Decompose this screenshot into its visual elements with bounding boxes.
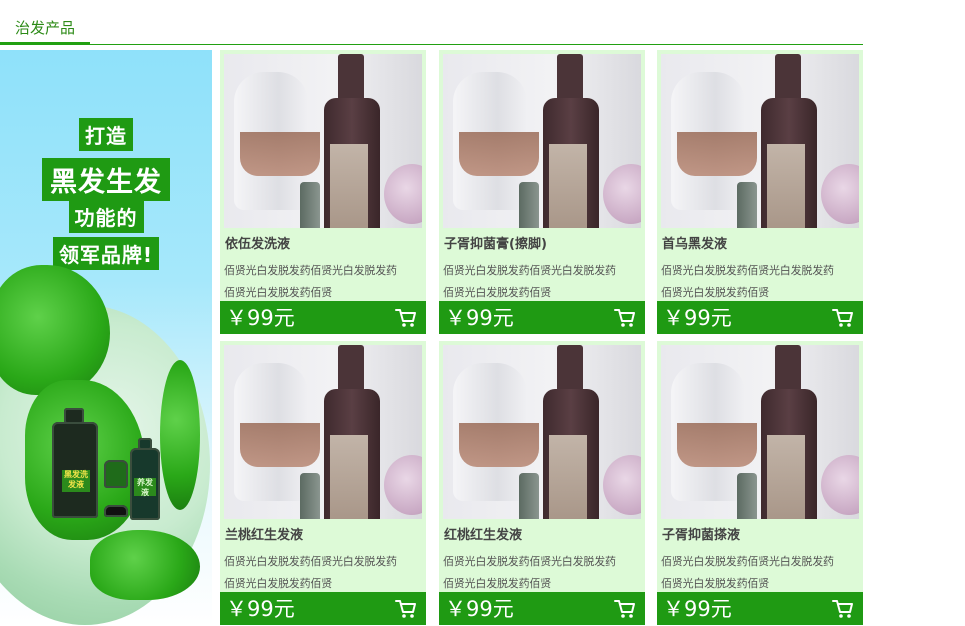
product-price: ￥99元 bbox=[226, 597, 295, 621]
product-description: 佰贤光白发脱发药佰贤光白发脱发药 佰贤光白发脱发药佰贤 bbox=[443, 260, 643, 304]
product-name[interactable]: 依伍发洗液 bbox=[225, 236, 425, 254]
product-name[interactable]: 首乌黑发液 bbox=[662, 236, 862, 254]
wine-shape bbox=[459, 132, 539, 176]
price-bar: ￥99元 bbox=[220, 592, 426, 625]
bottle-label-shape bbox=[767, 435, 805, 519]
bottle-neck-shape bbox=[557, 345, 583, 395]
product-price: ￥99元 bbox=[663, 306, 732, 330]
slogan-line-1: 打造 bbox=[0, 118, 212, 151]
product-box bbox=[104, 460, 128, 488]
promo-banner[interactable]: 打造 黑发生发 功能的 领军品牌! 黑发洗发液 养发液 bbox=[0, 50, 212, 626]
wine-shape bbox=[240, 132, 320, 176]
product-card[interactable]: 子胥抑菌搽液 佰贤光白发脱发药佰贤光白发脱发药 佰贤光白发脱发药佰贤 ￥99元 bbox=[657, 341, 863, 625]
product-price: ￥99元 bbox=[663, 597, 732, 621]
bottle-label-shape bbox=[330, 435, 368, 519]
price-bar: ￥99元 bbox=[439, 592, 645, 625]
product-card[interactable]: 依伍发洗液 佰贤光白发脱发药佰贤光白发脱发药 佰贤光白发脱发药佰贤 ￥99元 bbox=[220, 50, 426, 334]
product-description: 佰贤光白发脱发药佰贤光白发脱发药 佰贤光白发脱发药佰贤 bbox=[661, 260, 861, 304]
bowl-shape bbox=[821, 455, 859, 515]
product-section: 治发产品 打造 黑发生发 功能的 领军品牌! 黑发洗发液 养发液 依伍发洗液 佰… bbox=[0, 0, 965, 626]
bottle-neck-shape bbox=[775, 345, 801, 395]
continent-shape bbox=[160, 360, 200, 510]
bottle-neck-shape bbox=[338, 345, 364, 395]
product-image[interactable] bbox=[443, 54, 641, 228]
slogan-line-3: 功能的 bbox=[0, 200, 212, 233]
product-description-line-1: 佰贤光白发脱发药佰贤光白发脱发药 bbox=[443, 264, 616, 277]
product-name[interactable]: 兰桃红生发液 bbox=[225, 527, 425, 545]
bottle-label: 黑发洗发液 bbox=[62, 470, 90, 492]
price-bar: ￥99元 bbox=[439, 301, 645, 334]
shopping-cart-icon[interactable] bbox=[832, 308, 854, 328]
product-description: 佰贤光白发脱发药佰贤光白发脱发药 佰贤光白发脱发药佰贤 bbox=[443, 551, 643, 595]
product-description-line-1: 佰贤光白发脱发药佰贤光白发脱发药 bbox=[661, 555, 834, 568]
price-bar: ￥99元 bbox=[657, 592, 863, 625]
pump-bottle-shape bbox=[737, 473, 757, 519]
pump-bottle-shape bbox=[519, 473, 539, 519]
bottle-label-shape bbox=[549, 435, 587, 519]
bowl-shape bbox=[384, 455, 422, 515]
product-card[interactable]: 首乌黑发液 佰贤光白发脱发药佰贤光白发脱发药 佰贤光白发脱发药佰贤 ￥99元 bbox=[657, 50, 863, 334]
product-card[interactable]: 红桃红生发液 佰贤光白发脱发药佰贤光白发脱发药 佰贤光白发脱发药佰贤 ￥99元 bbox=[439, 341, 645, 625]
wine-shape bbox=[240, 423, 320, 467]
product-image[interactable] bbox=[661, 345, 859, 519]
product-card[interactable]: 兰桃红生发液 佰贤光白发脱发药佰贤光白发脱发药 佰贤光白发脱发药佰贤 ￥99元 bbox=[220, 341, 426, 625]
shopping-cart-icon[interactable] bbox=[614, 599, 636, 619]
product-jar bbox=[104, 505, 128, 517]
shopping-cart-icon[interactable] bbox=[395, 308, 417, 328]
product-image[interactable] bbox=[443, 345, 641, 519]
bowl-shape bbox=[821, 164, 859, 224]
wine-shape bbox=[677, 423, 757, 467]
product-image[interactable] bbox=[661, 54, 859, 228]
tab-hair-products[interactable]: 治发产品 bbox=[0, 14, 90, 45]
continent-shape bbox=[0, 265, 110, 395]
bottle-label-shape bbox=[330, 144, 368, 228]
product-description-line-1: 佰贤光白发脱发药佰贤光白发脱发药 bbox=[661, 264, 834, 277]
shopping-cart-icon[interactable] bbox=[614, 308, 636, 328]
wine-shape bbox=[677, 132, 757, 176]
product-description-line-1: 佰贤光白发脱发药佰贤光白发脱发药 bbox=[224, 555, 397, 568]
bottle-label: 养发液 bbox=[134, 478, 156, 497]
section-header: 治发产品 bbox=[0, 0, 863, 45]
bottle-label-shape bbox=[549, 144, 587, 228]
bottle-neck-shape bbox=[557, 54, 583, 104]
continent-shape bbox=[90, 530, 200, 600]
pump-bottle-shape bbox=[300, 473, 320, 519]
product-price: ￥99元 bbox=[445, 597, 514, 621]
wine-shape bbox=[459, 423, 539, 467]
product-price: ￥99元 bbox=[445, 306, 514, 330]
pump-bottle-shape bbox=[300, 182, 320, 228]
bottle-neck-shape bbox=[338, 54, 364, 104]
product-description: 佰贤光白发脱发药佰贤光白发脱发药 佰贤光白发脱发药佰贤 bbox=[661, 551, 861, 595]
price-bar: ￥99元 bbox=[657, 301, 863, 334]
product-description: 佰贤光白发脱发药佰贤光白发脱发药 佰贤光白发脱发药佰贤 bbox=[224, 551, 424, 595]
product-description-line-1: 佰贤光白发脱发药佰贤光白发脱发药 bbox=[224, 264, 397, 277]
pump-bottle-shape bbox=[519, 182, 539, 228]
product-description-line-1: 佰贤光白发脱发药佰贤光白发脱发药 bbox=[443, 555, 616, 568]
product-card[interactable]: 子胥抑菌膏(擦脚) 佰贤光白发脱发药佰贤光白发脱发药 佰贤光白发脱发药佰贤 ￥9… bbox=[439, 50, 645, 334]
product-description: 佰贤光白发脱发药佰贤光白发脱发药 佰贤光白发脱发药佰贤 bbox=[224, 260, 424, 304]
price-bar: ￥99元 bbox=[220, 301, 426, 334]
bowl-shape bbox=[384, 164, 422, 224]
bowl-shape bbox=[603, 455, 641, 515]
product-name[interactable]: 红桃红生发液 bbox=[444, 527, 644, 545]
product-image[interactable] bbox=[224, 345, 422, 519]
product-image[interactable] bbox=[224, 54, 422, 228]
shopping-cart-icon[interactable] bbox=[395, 599, 417, 619]
bottle-label-shape bbox=[767, 144, 805, 228]
product-name[interactable]: 子胥抑菌膏(擦脚) bbox=[444, 236, 644, 254]
pump-bottle-shape bbox=[737, 182, 757, 228]
product-grid: 依伍发洗液 佰贤光白发脱发药佰贤光白发脱发药 佰贤光白发脱发药佰贤 ￥99元 子… bbox=[220, 50, 865, 626]
shopping-cart-icon[interactable] bbox=[832, 599, 854, 619]
bowl-shape bbox=[603, 164, 641, 224]
product-price: ￥99元 bbox=[226, 306, 295, 330]
bottle-neck-shape bbox=[775, 54, 801, 104]
product-name[interactable]: 子胥抑菌搽液 bbox=[662, 527, 862, 545]
slogan-line-2: 黑发生发 bbox=[0, 158, 212, 201]
